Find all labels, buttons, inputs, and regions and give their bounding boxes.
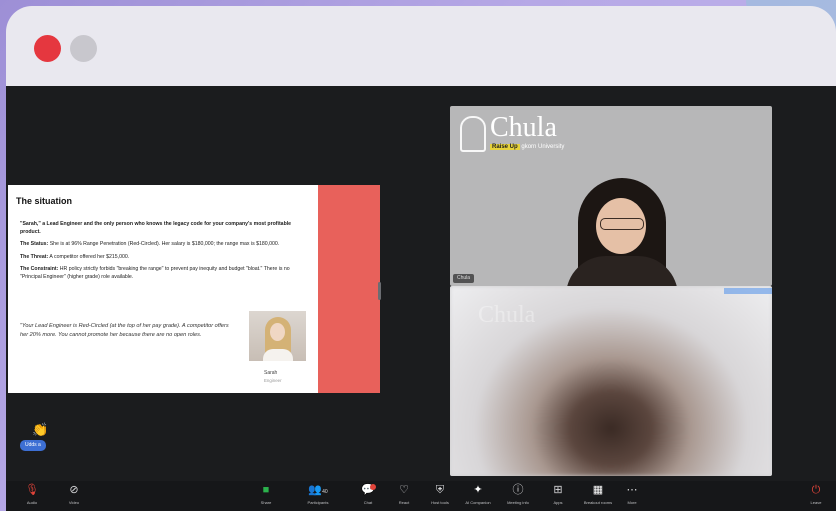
ai-companion-button[interactable]: ✦ AI Companion [458, 484, 498, 505]
split-view-resize-handle[interactable] [378, 282, 381, 300]
app-window: The situation "Sarah," a Lead Engineer a… [6, 6, 836, 511]
share-button[interactable]: ■ Share [246, 484, 286, 505]
slide-quote: "Your Lead Engineer is Red-Circled (at t… [20, 323, 229, 339]
slide-paragraph-constraint: The Constraint: HR policy strictly forbi… [20, 266, 290, 280]
slide-body: "Sarah," a Lead Engineer and the only pe… [20, 221, 306, 286]
video-button[interactable]: ⊘ Video [54, 484, 94, 505]
participant-video-person [566, 178, 678, 286]
sarah-photo [249, 311, 306, 361]
participant-name-label: Chula [453, 274, 475, 283]
clap-reaction-icon: 👏 [32, 422, 49, 437]
participants-icon: 👥40 [308, 484, 328, 496]
meeting-toolbar: 🎙 Audio ⊘ Video ■ Share 👥40 Participants… [6, 481, 836, 511]
slide-accent-band [318, 185, 380, 393]
host-tools-button[interactable]: ⛨ Host tools [420, 484, 460, 505]
info-icon: ⓘ [512, 484, 524, 496]
minimize-window-dot[interactable] [70, 35, 97, 62]
more-button[interactable]: ⋯ More [612, 484, 652, 505]
shared-screen-slide: The situation "Sarah," a Lead Engineer a… [8, 185, 380, 393]
chula-logo-icon [460, 116, 486, 152]
video-tile-participant[interactable]: Chula [450, 286, 772, 476]
heart-icon: ♡ [399, 484, 409, 496]
slide-paragraph-threat: The Threat: A competitor offered her $21… [20, 253, 130, 260]
speaking-indicator [724, 288, 772, 294]
audio-button[interactable]: 🎙 Audio [12, 484, 52, 505]
blurred-background-logo: Chula [478, 302, 536, 328]
shield-icon: ⛨ [435, 484, 445, 496]
photo-role: Engineer [264, 378, 282, 383]
leave-icon: ⏻ [811, 484, 821, 496]
chat-button[interactable]: 💬 Chat [348, 484, 388, 505]
slide-title: The situation [16, 196, 72, 206]
chat-unread-badge [370, 484, 376, 490]
virtual-background-logo-text: Chula [490, 112, 557, 143]
video-camera-off-icon: ⊘ [69, 484, 79, 496]
leave-button[interactable]: ⏻ Leave [796, 484, 836, 505]
photo-name: Sarah [264, 370, 278, 376]
participants-button[interactable]: 👥40 Participants [298, 484, 338, 505]
apps-button[interactable]: ⊞ Apps [538, 484, 578, 505]
apps-icon: ⊞ [553, 484, 563, 496]
react-button[interactable]: ♡ React [384, 484, 424, 505]
meeting-area: The situation "Sarah," a Lead Engineer a… [6, 86, 836, 511]
chat-bubble-icon: 💬 [361, 484, 375, 496]
sparkle-icon: ✦ [473, 484, 483, 496]
muted-microphone-icon: 🎙 [25, 484, 39, 496]
more-icon: ⋯ [626, 484, 638, 496]
video-tile-speaker[interactable]: Chula Raise Up gkorn University Chula [450, 106, 772, 286]
reaction-name-chip: Udds a [20, 440, 46, 451]
slide-paragraph-status: The Status: She is at 96% Range Penetrat… [20, 241, 280, 248]
title-bar [6, 6, 836, 86]
virtual-background-subtext: Raise Up gkorn University [490, 144, 565, 150]
share-screen-icon: ■ [262, 484, 270, 496]
meeting-info-button[interactable]: ⓘ Meeting info [498, 484, 538, 505]
slide-paragraph-1: "Sarah," a Lead Engineer and the only pe… [20, 221, 292, 235]
close-window-dot[interactable] [34, 35, 61, 62]
